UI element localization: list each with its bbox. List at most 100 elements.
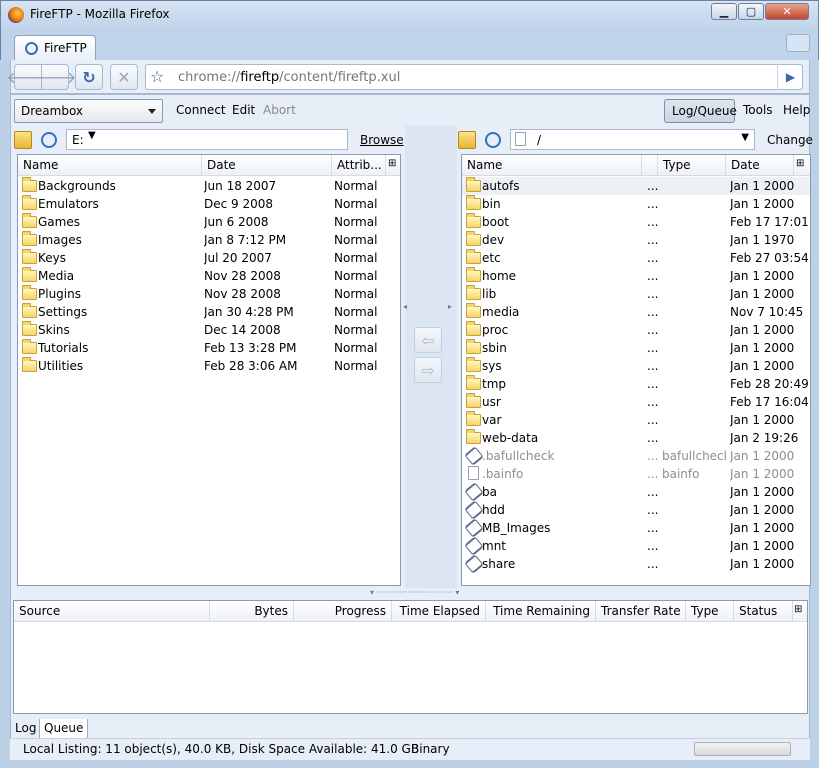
- queue-list[interactable]: Source Bytes Progress Time Elapsed Time …: [13, 600, 808, 714]
- list-item[interactable]: hdd... Jan 1 2000: [462, 500, 810, 520]
- folder-icon: [466, 393, 481, 408]
- file-name: MB_Images: [482, 521, 551, 535]
- list-item[interactable]: .bainfo... bainfo Jan 1 2000: [462, 465, 810, 483]
- list-item[interactable]: web-data... Jan 2 19:26: [462, 429, 810, 447]
- column-header-status[interactable]: Status: [734, 601, 793, 622]
- site-select[interactable]: Dreambox: [14, 99, 163, 123]
- column-header-time-elapsed[interactable]: Time Elapsed: [392, 601, 486, 622]
- chevron-down-icon[interactable]: ▼: [88, 130, 96, 141]
- list-item[interactable]: Games Jun 6 2008 Normal: [18, 213, 400, 231]
- abort-button[interactable]: Abort: [263, 103, 296, 117]
- list-item[interactable]: Backgrounds Jun 18 2007 Normal: [18, 177, 400, 195]
- list-item[interactable]: lib... Jan 1 2000: [462, 285, 810, 303]
- close-button[interactable]: ✕: [765, 3, 809, 20]
- file-name: Skins: [38, 323, 70, 337]
- list-item[interactable]: home... Jan 1 2000: [462, 267, 810, 285]
- list-item[interactable]: sys... Jan 1 2000: [462, 357, 810, 375]
- local-list-header: Name Date Attrib... ⊞: [18, 155, 400, 176]
- tab-log[interactable]: Log: [10, 719, 42, 739]
- column-header-name[interactable]: Name: [462, 155, 642, 176]
- file-size: ...: [647, 251, 659, 265]
- log-queue-button[interactable]: Log/Queue: [664, 99, 737, 123]
- list-item[interactable]: dev... Jan 1 1970: [462, 231, 810, 249]
- splitter-grip-icon[interactable]: ▸: [448, 302, 452, 311]
- list-item[interactable]: sbin... Jan 1 2000: [462, 339, 810, 357]
- list-item[interactable]: Keys Jul 20 2007 Normal: [18, 249, 400, 267]
- list-item[interactable]: share... Jan 1 2000: [462, 554, 810, 574]
- remote-file-list[interactable]: Name Type Date ⊞ autofs... Jan 1 2000 bin.…: [461, 154, 811, 586]
- list-item[interactable]: Settings Jan 30 4:28 PM Normal: [18, 303, 400, 321]
- list-item[interactable]: boot... Feb 17 17:01: [462, 213, 810, 231]
- column-picker-icon[interactable]: ⊞: [793, 601, 807, 622]
- file-size: ...: [647, 233, 659, 247]
- file-name: mnt: [482, 539, 506, 553]
- browse-button[interactable]: Browse: [360, 133, 404, 147]
- edit-button[interactable]: Edit: [232, 103, 255, 117]
- help-menu[interactable]: Help: [783, 103, 810, 117]
- column-header-name[interactable]: Name: [18, 155, 202, 176]
- file-type: bainfo: [662, 467, 700, 481]
- column-header-progress[interactable]: Progress: [294, 601, 392, 622]
- file-date: Feb 28 3:06 AM: [204, 359, 298, 373]
- remote-parent-folder-icon[interactable]: [458, 131, 476, 149]
- list-item[interactable]: Images Jan 8 7:12 PM Normal: [18, 231, 400, 249]
- column-header-date[interactable]: Date: [726, 155, 794, 176]
- list-item[interactable]: mnt... Jan 1 2000: [462, 536, 810, 556]
- list-item[interactable]: media... Nov 7 10:45: [462, 303, 810, 321]
- splitter-grip-icon[interactable]: ▾ ······························ ▾: [370, 588, 459, 597]
- column-header-source[interactable]: Source: [14, 601, 210, 622]
- remote-path-field[interactable]: / ▼: [510, 129, 755, 150]
- list-item[interactable]: bin... Jan 1 2000: [462, 195, 810, 213]
- column-header-size[interactable]: [642, 155, 658, 176]
- list-item[interactable]: Plugins Nov 28 2008 Normal: [18, 285, 400, 303]
- maximize-button[interactable]: ▢: [738, 3, 764, 20]
- list-item[interactable]: usr... Feb 17 16:04: [462, 393, 810, 411]
- list-item[interactable]: ba... Jan 1 2000: [462, 482, 810, 502]
- list-item[interactable]: .bafullcheck... bafullcheck Jan 1 2000: [462, 446, 810, 466]
- file-date: Jan 30 4:28 PM: [204, 305, 294, 319]
- list-item[interactable]: tmp... Feb 28 20:49: [462, 375, 810, 393]
- column-picker-icon[interactable]: ⊞: [794, 155, 810, 176]
- forward-button[interactable]: 🡒: [34, 64, 76, 90]
- list-item[interactable]: var... Jan 1 2000: [462, 411, 810, 429]
- list-item[interactable]: etc... Feb 27 03:54: [462, 249, 810, 267]
- column-header-attrib[interactable]: Attrib...: [332, 155, 386, 176]
- column-header-date[interactable]: Date: [202, 155, 332, 176]
- list-item[interactable]: Emulators Dec 9 2008 Normal: [18, 195, 400, 213]
- column-picker-icon[interactable]: ⊞: [386, 155, 402, 176]
- chevron-down-icon[interactable]: ▼: [741, 132, 749, 143]
- reload-button[interactable]: ↻: [75, 64, 103, 90]
- tools-menu[interactable]: Tools: [743, 103, 773, 117]
- connect-button[interactable]: Connect: [176, 103, 226, 117]
- local-path-field[interactable]: E: ▼: [66, 129, 348, 150]
- local-parent-folder-icon[interactable]: [14, 131, 32, 149]
- bookmark-star-icon[interactable]: ☆: [150, 67, 164, 86]
- list-item[interactable]: autofs... Jan 1 2000: [462, 177, 810, 195]
- column-header-type[interactable]: Type: [686, 601, 734, 622]
- list-item[interactable]: MB_Images... Jan 1 2000: [462, 518, 810, 538]
- list-item[interactable]: Media Nov 28 2008 Normal: [18, 267, 400, 285]
- list-item[interactable]: Skins Dec 14 2008 Normal: [18, 321, 400, 339]
- change-button[interactable]: Change: [767, 133, 813, 147]
- column-header-type[interactable]: Type: [658, 155, 726, 176]
- tab-queue[interactable]: Queue: [39, 719, 89, 739]
- local-file-list[interactable]: Name Date Attrib... ⊞ Backgrounds Jun 18 …: [17, 154, 401, 586]
- list-item[interactable]: Utilities Feb 28 3:06 AM Normal: [18, 357, 400, 375]
- go-icon[interactable]: ▶: [777, 64, 803, 90]
- local-refresh-icon[interactable]: [41, 132, 57, 148]
- list-item[interactable]: proc... Jan 1 2000: [462, 321, 810, 339]
- upload-arrow-button[interactable]: ⇨: [414, 357, 442, 383]
- list-item[interactable]: Tutorials Feb 13 3:28 PM Normal: [18, 339, 400, 357]
- stop-button[interactable]: ✕: [110, 64, 138, 90]
- minimize-button[interactable]: ▁: [711, 3, 737, 20]
- column-header-time-remaining[interactable]: Time Remaining: [486, 601, 596, 622]
- url-text[interactable]: chrome://fireftp/content/fireftp.xul: [178, 70, 400, 85]
- transfer-mode[interactable]: Binary: [411, 742, 450, 756]
- splitter-grip-icon[interactable]: ◂: [403, 302, 407, 311]
- column-header-bytes[interactable]: Bytes: [210, 601, 294, 622]
- download-arrow-button[interactable]: ⇦: [414, 327, 442, 353]
- tab-fireftp[interactable]: FireFTP: [14, 35, 96, 60]
- list-all-tabs-button[interactable]: [786, 34, 810, 52]
- column-header-transfer-rate[interactable]: Transfer Rate: [596, 601, 686, 622]
- remote-refresh-icon[interactable]: [485, 132, 501, 148]
